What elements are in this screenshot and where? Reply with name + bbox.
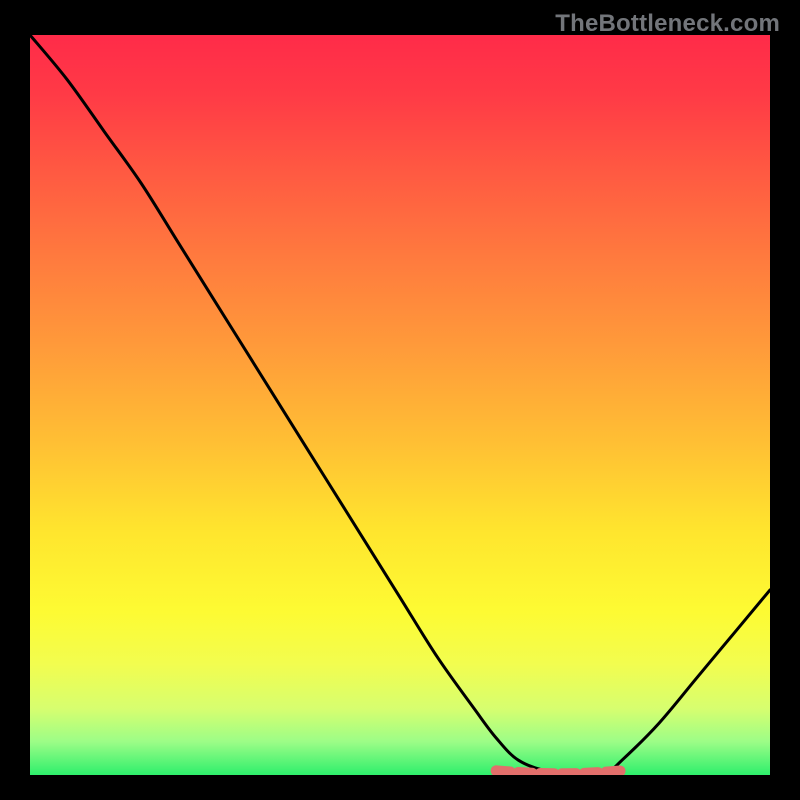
chart-area xyxy=(30,35,770,775)
watermark-text: TheBottleneck.com xyxy=(555,10,780,38)
chart-svg xyxy=(30,35,770,775)
highlight-segment xyxy=(496,771,622,774)
bottleneck-curve-line xyxy=(30,35,770,774)
